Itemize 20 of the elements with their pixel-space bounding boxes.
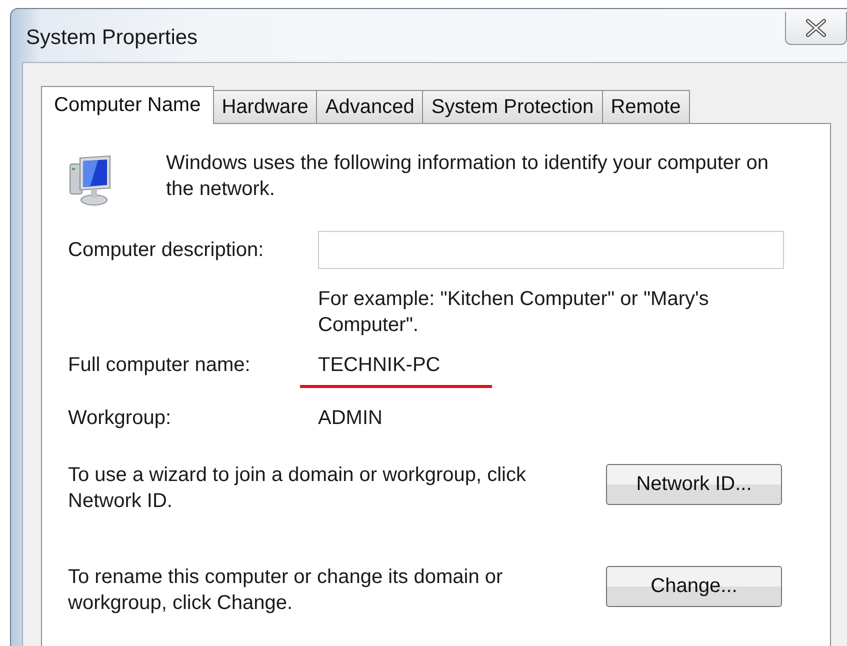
field-label: Computer description:: [68, 238, 265, 262]
instruction-text: To rename this computer or change its domain or workgroup, click Change.: [68, 565, 504, 616]
field-label: Full computer name:: [68, 354, 252, 377]
action-button[interactable]: Network ID...: [606, 464, 782, 505]
tab[interactable]: System Protection: [422, 90, 603, 123]
hint-text: For example: "Kitchen Computer" or "Mary's Computer".: [318, 287, 710, 338]
close-icon: [805, 19, 827, 37]
computer-name: TECHNIK-PC: [318, 354, 440, 377]
description-field[interactable]: [318, 231, 784, 269]
workgroup-name: ADMIN: [318, 407, 382, 430]
instruction-text: To use a wizard to join a domain or workgroup, click Network ID.: [68, 463, 527, 514]
intro-text: Windows uses the following information to identify your computer on the network.: [166, 151, 770, 202]
tab[interactable]: Hardware: [212, 90, 318, 123]
tab[interactable]: Advanced: [316, 90, 424, 123]
field-label: Workgroup:: [68, 407, 172, 430]
tab[interactable]: Computer Name: [41, 86, 214, 124]
action-button[interactable]: Change...: [606, 566, 782, 607]
window-title: System Properties: [25, 25, 198, 51]
close-button[interactable]: [785, 12, 847, 45]
tab[interactable]: Remote: [602, 90, 690, 123]
